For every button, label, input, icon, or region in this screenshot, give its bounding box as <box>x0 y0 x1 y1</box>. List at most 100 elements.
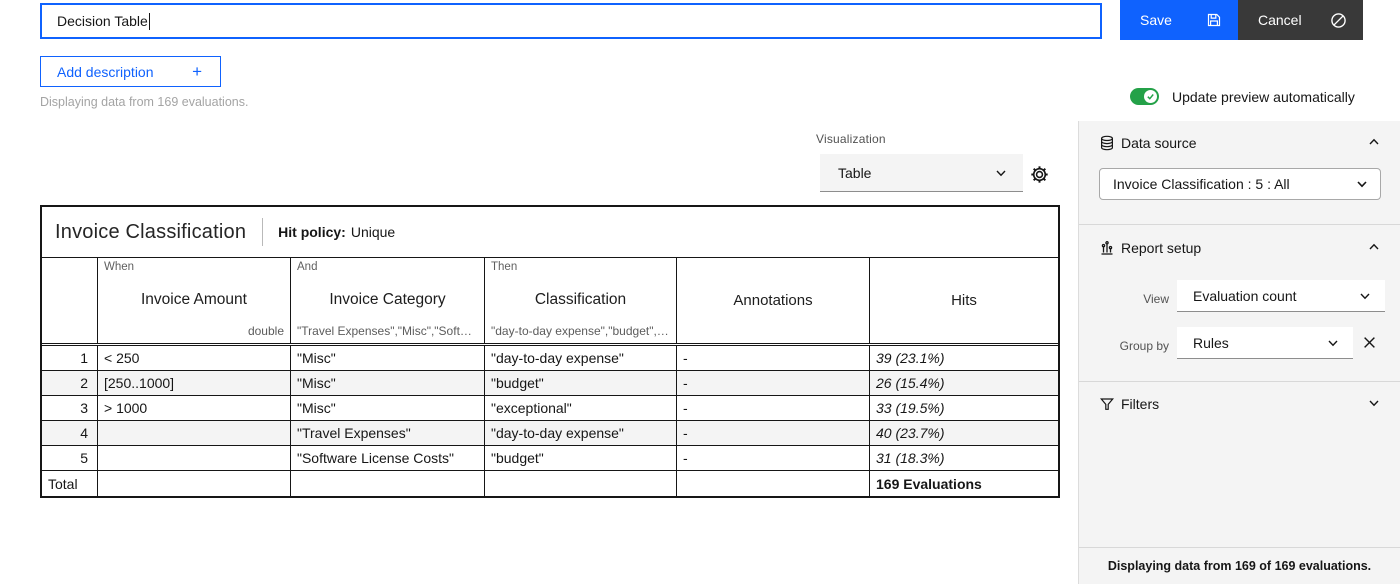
invoice-category-domain: "Travel Expenses","Misc","Soft… <box>297 324 472 338</box>
total-label: Total <box>42 471 98 496</box>
text-caret <box>148 12 150 30</box>
data-source-section-header[interactable]: Data source <box>1079 134 1400 152</box>
cell-amount[interactable]: < 250 <box>98 346 291 370</box>
cell-amount[interactable] <box>98 421 291 445</box>
classification-title: Classification <box>534 290 627 308</box>
header-classification[interactable]: Then Classification "day-to-day expense"… <box>485 258 677 343</box>
cell-annotation[interactable]: - <box>677 396 870 420</box>
decision-table-title: Invoice Classification <box>55 220 247 243</box>
filters-title: Filters <box>1121 396 1160 412</box>
header-invoice-amount[interactable]: When Invoice Amount double <box>98 258 291 343</box>
remove-group-by-close-icon[interactable] <box>1363 336 1376 349</box>
toggle-knob-check-icon <box>1144 90 1157 103</box>
cell-classification[interactable]: "day-to-day expense" <box>485 346 677 370</box>
cell-classification[interactable]: "budget" <box>485 446 677 470</box>
cell-annotation[interactable]: - <box>677 346 870 370</box>
cell-hits: 33 (19.5%) <box>876 400 945 416</box>
sidebar-footer-note: Displaying data from 169 of 169 evaluati… <box>1079 547 1400 584</box>
then-keyword: Then <box>491 261 518 273</box>
add-description-button[interactable]: Add description + <box>40 56 221 87</box>
data-source-title: Data source <box>1121 135 1197 151</box>
data-source-dropdown[interactable]: Invoice Classification : 5 : All <box>1099 168 1381 200</box>
decision-table-header: When Invoice Amount double And Invoice C… <box>42 258 1058 346</box>
header-annotations[interactable]: Annotations <box>677 258 870 343</box>
cell-annotation[interactable]: - <box>677 446 870 470</box>
cell-category[interactable]: "Misc" <box>291 371 485 395</box>
total-hits: 169 Evaluations <box>876 475 982 492</box>
table-total-row: Total 169 Evaluations <box>42 471 1058 496</box>
total-amount-cell <box>98 471 291 496</box>
header-hits[interactable]: Hits <box>870 258 1058 343</box>
cancel-button[interactable]: Cancel <box>1238 0 1363 40</box>
row-number: 5 <box>42 446 98 470</box>
cell-category[interactable]: "Misc" <box>291 396 485 420</box>
chevron-down-icon <box>1327 337 1339 349</box>
cancel-button-label: Cancel <box>1258 12 1302 28</box>
database-icon <box>1099 135 1115 151</box>
sidebar-divider <box>1079 224 1400 225</box>
title-divider <box>262 218 264 246</box>
cell-amount[interactable]: [250..1000] <box>98 371 291 395</box>
table-row[interactable]: 1 < 250 "Misc" "day-to-day expense" - 39… <box>42 346 1058 371</box>
cell-classification[interactable]: "budget" <box>485 371 677 395</box>
cell-amount[interactable] <box>98 446 291 470</box>
cell-amount[interactable]: > 1000 <box>98 396 291 420</box>
filter-funnel-icon <box>1099 396 1115 412</box>
chevron-down-icon[interactable] <box>1368 397 1380 409</box>
decision-name-input[interactable]: Decision Table <box>40 3 1102 39</box>
group-by-selected: Rules <box>1193 334 1229 351</box>
report-setup-title: Report setup <box>1121 240 1202 256</box>
cell-annotation[interactable]: - <box>677 421 870 445</box>
update-preview-toggle-row: Update preview automatically <box>1130 88 1355 105</box>
report-chart-icon <box>1099 240 1115 256</box>
hit-policy-label: Hit policy: <box>278 224 346 240</box>
total-classification-cell <box>485 471 677 496</box>
save-button[interactable]: Save <box>1120 0 1238 40</box>
filters-section-header[interactable]: Filters <box>1079 395 1400 413</box>
decision-table: Invoice Classification Hit policy: Unique… <box>40 205 1060 498</box>
chevron-up-icon[interactable] <box>1368 136 1380 148</box>
hit-policy-value: Unique <box>350 224 396 240</box>
annotations-title: Annotations <box>733 291 813 309</box>
invoice-amount-title: Invoice Amount <box>141 290 247 308</box>
hits-title: Hits <box>951 291 977 309</box>
chevron-down-icon <box>995 167 1007 179</box>
add-description-label: Add description <box>57 63 154 80</box>
cell-classification[interactable]: "exceptional" <box>485 396 677 420</box>
chevron-up-icon[interactable] <box>1368 241 1380 253</box>
cell-category[interactable]: "Software License Costs" <box>291 446 485 470</box>
save-icon <box>1206 12 1222 28</box>
view-selected: Evaluation count <box>1193 287 1297 304</box>
report-sidebar: Data source Invoice Classification : 5 :… <box>1078 121 1400 584</box>
cell-annotation[interactable]: - <box>677 371 870 395</box>
and-keyword: And <box>297 261 318 273</box>
visualization-dropdown[interactable]: Table <box>820 154 1023 192</box>
report-setup-section-header[interactable]: Report setup <box>1079 239 1400 257</box>
chevron-down-icon <box>1356 178 1368 190</box>
view-dropdown[interactable]: Evaluation count <box>1177 280 1385 312</box>
table-row[interactable]: 3 > 1000 "Misc" "exceptional" - 33 (19.5… <box>42 396 1058 421</box>
group-by-label: Group by <box>1119 339 1169 353</box>
total-category-cell <box>291 471 485 496</box>
table-row[interactable]: 4 "Travel Expenses" "day-to-day expense"… <box>42 421 1058 446</box>
group-by-dropdown[interactable]: Rules <box>1177 327 1353 359</box>
classification-domain: "day-to-day expense","budget",… <box>491 324 669 338</box>
evaluations-note: Displaying data from 169 evaluations. <box>40 95 249 109</box>
table-row[interactable]: 2 [250..1000] "Misc" "budget" - 26 (15.4… <box>42 371 1058 396</box>
cell-hits: 31 (18.3%) <box>876 450 945 466</box>
update-preview-label: Update preview automatically <box>1172 88 1355 105</box>
sidebar-divider <box>1079 381 1400 382</box>
cell-category[interactable]: "Travel Expenses" <box>291 421 485 445</box>
hit-policy: Hit policy: Unique <box>278 224 395 240</box>
row-number: 4 <box>42 421 98 445</box>
row-number: 3 <box>42 396 98 420</box>
table-row[interactable]: 5 "Software License Costs" "budget" - 31… <box>42 446 1058 471</box>
update-preview-toggle[interactable] <box>1130 88 1159 105</box>
view-label: View <box>1143 292 1169 306</box>
settings-gear-icon[interactable] <box>1030 165 1049 184</box>
header-invoice-category[interactable]: And Invoice Category "Travel Expenses","… <box>291 258 485 343</box>
cell-classification[interactable]: "day-to-day expense" <box>485 421 677 445</box>
cancel-icon <box>1330 12 1347 29</box>
cell-category[interactable]: "Misc" <box>291 346 485 370</box>
decision-name-value: Decision Table <box>57 13 148 29</box>
